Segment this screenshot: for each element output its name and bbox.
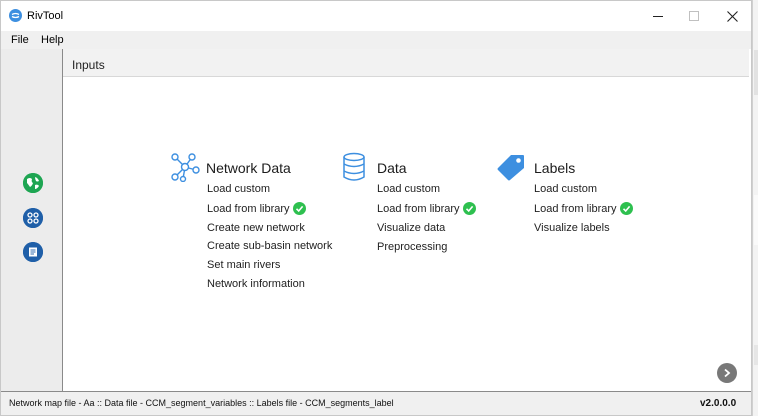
chevron-right-icon <box>724 368 731 378</box>
check-icon <box>293 202 306 215</box>
tag-icon <box>497 155 524 181</box>
check-icon <box>620 202 633 215</box>
menu-file[interactable]: File <box>11 34 29 46</box>
desktop-background <box>752 0 758 416</box>
data-load-library-link[interactable]: Load from library <box>377 203 460 215</box>
set-main-rivers-link[interactable]: Set main rivers <box>207 259 280 271</box>
network-load-custom-link[interactable]: Load custom <box>207 183 270 195</box>
network-load-library-link[interactable]: Load from library <box>207 203 290 215</box>
labels-load-library-link[interactable]: Load from library <box>534 203 617 215</box>
status-text: Network map file - Aa :: Data file - CCM… <box>9 398 394 408</box>
maximize-icon <box>689 11 699 21</box>
data-title: Data <box>377 160 407 176</box>
data-load-custom-link[interactable]: Load custom <box>377 183 440 195</box>
grid-dots-icon <box>23 208 43 228</box>
visualize-data-link[interactable]: Visualize data <box>377 222 445 234</box>
menu-help[interactable]: Help <box>41 34 64 46</box>
title-bar: RivTool <box>1 1 751 31</box>
database-icon <box>343 152 365 181</box>
status-bar: Network map file - Aa :: Data file - CCM… <box>1 391 751 415</box>
check-icon <box>463 202 476 215</box>
labels-load-custom-link[interactable]: Load custom <box>534 183 597 195</box>
next-button[interactable] <box>717 363 737 383</box>
map-button[interactable] <box>23 173 43 193</box>
globe-icon <box>23 173 43 193</box>
minimize-button[interactable] <box>641 1 675 31</box>
visualize-labels-link[interactable]: Visualize labels <box>534 222 610 234</box>
preprocessing-link[interactable]: Preprocessing <box>377 241 447 253</box>
maximize-button[interactable] <box>677 1 711 31</box>
report-button[interactable] <box>23 242 43 262</box>
close-icon <box>726 10 738 22</box>
menu-bar: File Help <box>1 31 751 49</box>
app-window: RivTool File Help Inputs Network Data Lo… <box>0 0 752 416</box>
network-graph-icon <box>171 153 200 182</box>
inputs-panel <box>63 77 749 391</box>
panel-title: Inputs <box>72 58 105 72</box>
version-label: v2.0.0.0 <box>700 398 737 409</box>
inputs-header: Inputs <box>63 49 749 77</box>
labels-title: Labels <box>534 160 576 176</box>
create-network-link[interactable]: Create new network <box>207 222 305 234</box>
network-info-link[interactable]: Network information <box>207 278 305 290</box>
data-button[interactable] <box>23 208 43 228</box>
network-data-title: Network Data <box>206 160 291 176</box>
window-title: RivTool <box>27 10 64 22</box>
close-button[interactable] <box>715 1 749 31</box>
left-toolbar <box>1 49 63 391</box>
create-subbasin-link[interactable]: Create sub-basin network <box>207 240 332 252</box>
minimize-icon <box>653 16 663 17</box>
app-logo-icon <box>9 9 22 22</box>
document-icon <box>23 242 43 262</box>
